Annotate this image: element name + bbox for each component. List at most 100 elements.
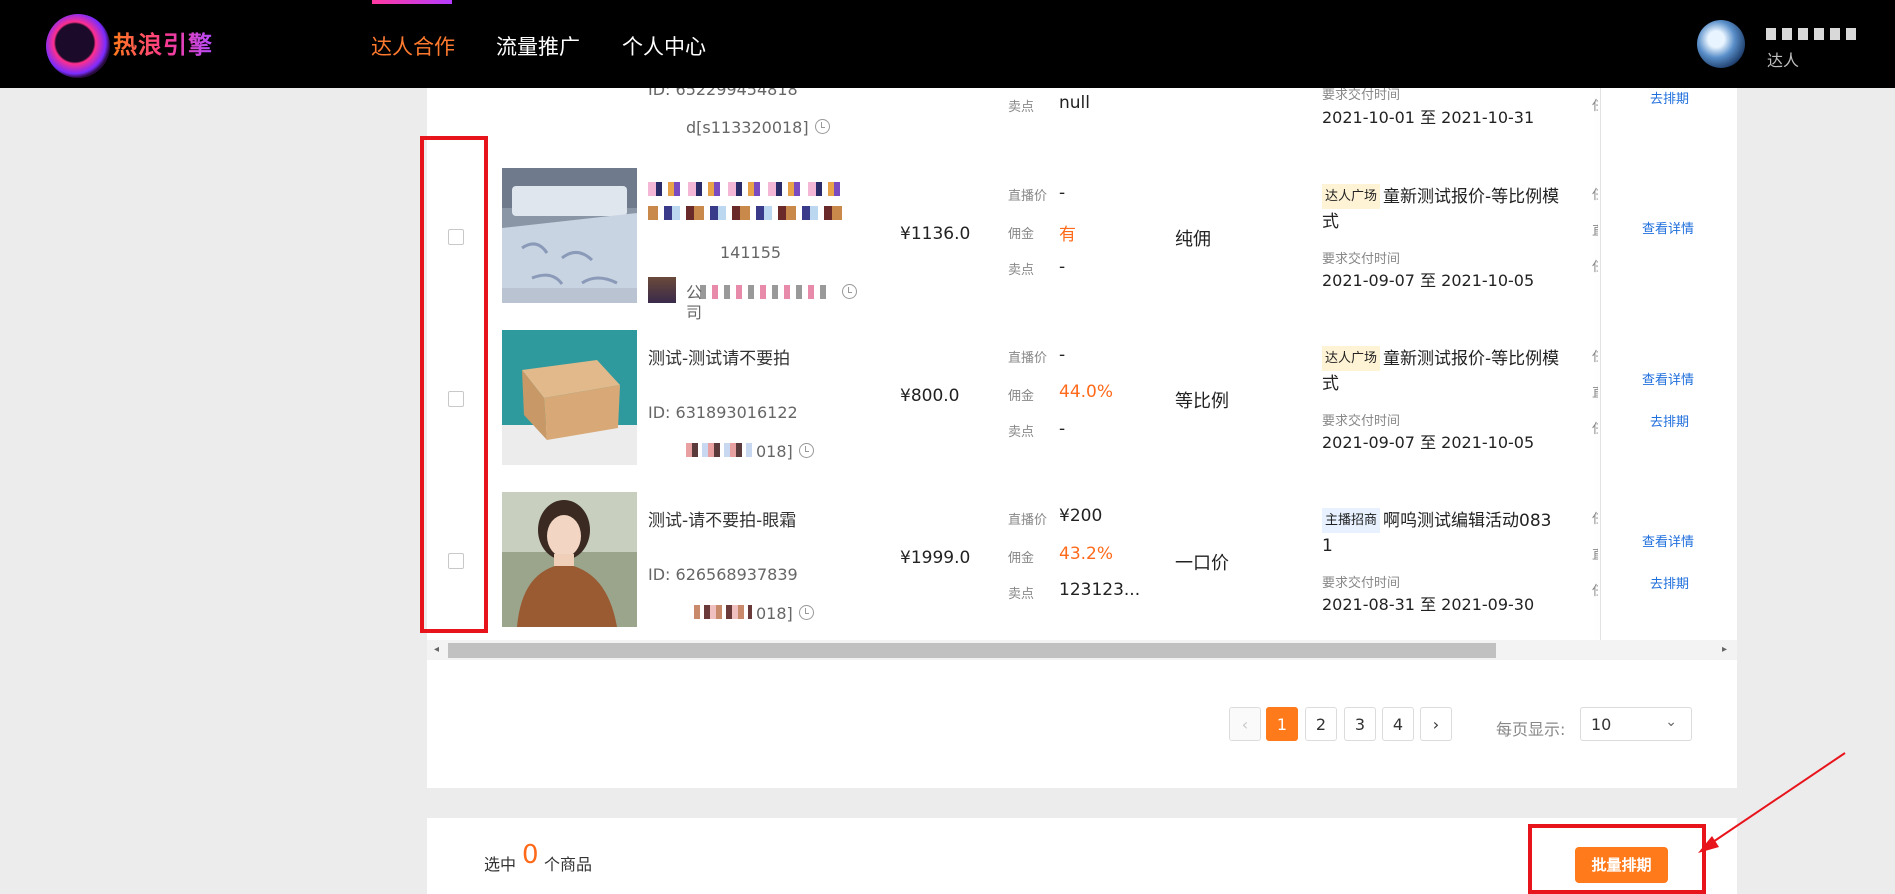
commission-label: 佣金 (1008, 227, 1035, 242)
annotation-button-highlight (1528, 824, 1706, 894)
delivery-range: 2021-09-07 至 2021-10-05 (1322, 271, 1535, 290)
selling-label: 卖点 (1008, 100, 1035, 115)
activity-title: 达人广场 童新测试报价-等比例模式 (1322, 184, 1562, 235)
scroll-left-icon[interactable]: ◂ (434, 644, 439, 655)
truncated-column: 直 (1592, 544, 1598, 563)
commission-label: 佣金 (1008, 389, 1035, 404)
product-id: 141155 (720, 243, 782, 262)
top-nav-bar: 热浪引擎 达人合作 流量推广 个人中心 达人 (0, 0, 1895, 88)
live-price-label: 直播价 (1008, 513, 1048, 528)
product-name[interactable]: 测试-请不要拍-眼霜 (648, 506, 796, 531)
shop-link-icon[interactable] (798, 443, 814, 458)
product-thumbnail-bedding (502, 168, 637, 303)
live-price: - (1059, 183, 1066, 203)
activity-title: 主播招商 啊呜测试编辑活动0831 (1322, 508, 1562, 559)
delivery-label: 要求交付时间 (1322, 252, 1401, 267)
shop-name: d[s113320018] (686, 118, 830, 137)
redacted-shop-name (700, 285, 830, 299)
user-role: 达人 (1767, 51, 1800, 70)
shop-link-icon[interactable] (798, 605, 814, 620)
truncated-column: 任 (1592, 256, 1598, 275)
commission-label: 佣金 (1008, 551, 1035, 566)
activity-tag: 达人广场 (1322, 184, 1381, 209)
price: ¥800.0 (900, 386, 960, 406)
shop-name: 018] (756, 604, 814, 623)
shop-name: 公 司 (686, 283, 703, 322)
delivery-range: 2021-10-01 至 2021-10-31 (1322, 108, 1535, 127)
truncated-column: 任 (1592, 580, 1598, 599)
cooperation-mode: 纯佣 (1175, 229, 1211, 250)
product-thumbnail-model (502, 492, 637, 627)
page-button-4[interactable]: 4 (1382, 707, 1414, 741)
nav-personal-center[interactable]: 个人中心 (622, 31, 706, 61)
activity-tag: 达人广场 (1322, 346, 1381, 371)
activity-tag: 主播招商 (1322, 508, 1381, 533)
active-nav-indicator (372, 0, 452, 4)
redacted-shop-name (694, 605, 752, 619)
shop-name: 018] (756, 442, 814, 461)
price: ¥1999.0 (900, 548, 971, 568)
selected-count: 0 (522, 840, 539, 870)
schedule-link[interactable]: 去排期 (1650, 88, 1689, 107)
selling-label: 卖点 (1008, 425, 1035, 440)
next-page-button[interactable]: › (1420, 707, 1452, 741)
selling-value: - (1059, 419, 1066, 439)
scroll-right-icon[interactable]: ▸ (1722, 644, 1727, 655)
view-details-link[interactable]: 查看详情 (1642, 369, 1694, 388)
delivery-label: 要求交付时间 (1322, 414, 1401, 429)
truncated-column: 任 (1592, 184, 1598, 203)
scrollbar-thumb[interactable] (448, 643, 1496, 658)
live-price-label: 直播价 (1008, 189, 1048, 204)
truncated-column: 直 (1592, 220, 1598, 239)
per-page-value: 10 (1591, 715, 1612, 734)
cooperation-mode: 等比例 (1175, 391, 1229, 412)
fixed-action-column-divider (1600, 88, 1601, 640)
view-details-link[interactable]: 查看详情 (1642, 531, 1694, 550)
truncated-column: 直 (1592, 382, 1598, 401)
cooperation-mode: 一口价 (1175, 553, 1229, 574)
user-name-redacted (1766, 28, 1856, 40)
product-name[interactable]: 测试-测试请不要拍 (648, 344, 790, 369)
truncated-column: 任 (1592, 418, 1598, 437)
shop-link-icon[interactable] (814, 119, 830, 134)
schedule-link[interactable]: 去排期 (1650, 573, 1689, 592)
live-price-label: 直播价 (1008, 351, 1048, 366)
page-button-2[interactable]: 2 (1305, 707, 1337, 741)
selling-value: - (1059, 257, 1066, 277)
product-id: ID: 631893016122 (648, 403, 798, 422)
logo-text[interactable]: 热浪引擎 (113, 25, 213, 60)
live-price: - (1059, 345, 1066, 365)
page-button-3[interactable]: 3 (1344, 707, 1376, 741)
selling-value: null (1059, 93, 1090, 113)
user-avatar[interactable] (1697, 20, 1745, 68)
shop-link-icon[interactable] (842, 284, 857, 299)
delivery-range: 2021-09-07 至 2021-10-05 (1322, 433, 1535, 452)
selling-label: 卖点 (1008, 587, 1035, 602)
truncated-column: 任 (1592, 346, 1598, 365)
view-details-link[interactable]: 查看详情 (1642, 218, 1694, 237)
redacted-product-name-2 (648, 206, 848, 220)
per-page-select[interactable]: 10 ⌄ (1580, 707, 1692, 741)
nav-traffic-promotion[interactable]: 流量推广 (496, 31, 580, 61)
delivery-range: 2021-08-31 至 2021-09-30 (1322, 595, 1535, 614)
commission-value: 有 (1059, 225, 1076, 245)
selling-label: 卖点 (1008, 263, 1035, 278)
annotation-checkbox-highlight (420, 136, 488, 633)
page-button-1[interactable]: 1 (1266, 707, 1298, 741)
schedule-link[interactable]: 去排期 (1650, 411, 1689, 430)
prev-page-button[interactable]: ‹ (1229, 707, 1261, 741)
chevron-down-icon: ⌄ (1665, 714, 1677, 730)
nav-talent-cooperation[interactable]: 达人合作 (371, 31, 455, 61)
redacted-product-name (648, 182, 848, 196)
redacted-shop-name (686, 443, 752, 457)
product-thumbnail-box (502, 330, 637, 465)
product-id: ID: 626568937839 (648, 565, 798, 584)
annotation-arrow-icon (1698, 752, 1846, 853)
price: ¥1136.0 (900, 224, 971, 244)
live-price: ¥200 (1059, 506, 1103, 526)
selected-suffix: 个商品 (544, 855, 593, 874)
commission-value: 43.2% (1059, 544, 1114, 564)
logo-icon[interactable] (46, 14, 110, 78)
truncated-column: 任 (1592, 508, 1598, 527)
activity-title: 达人广场 童新测试报价-等比例模式 (1322, 346, 1562, 397)
